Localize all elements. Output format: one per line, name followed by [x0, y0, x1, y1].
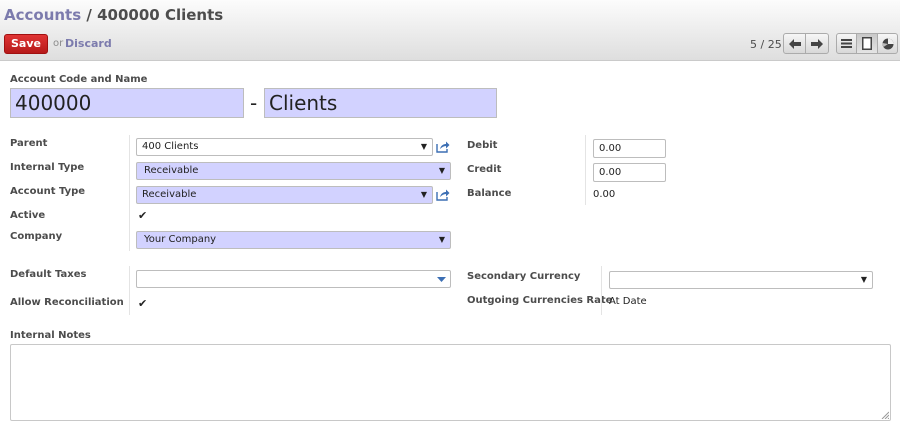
breadcrumb-separator: /: [86, 6, 92, 24]
parent-select-value: 400 Clients: [142, 141, 199, 152]
account-type-label: Account Type: [10, 186, 86, 197]
internal-type-select-value: Receivable: [144, 165, 199, 176]
form-view-icon: [862, 37, 872, 50]
company-label: Company: [10, 231, 63, 242]
breadcrumb-current: 400000 Clients: [97, 6, 224, 24]
account-name-input[interactable]: Clients: [264, 88, 497, 118]
graph-view-button[interactable]: [878, 33, 898, 54]
save-button[interactable]: Save: [4, 34, 48, 54]
parent-label: Parent: [10, 138, 48, 149]
parent-select[interactable]: 400 Clients ▼: [136, 138, 433, 156]
list-view-button[interactable]: [836, 33, 857, 54]
account-type-select[interactable]: Receivable ▼: [136, 186, 433, 204]
company-select-value: Your Company: [144, 234, 217, 245]
next-record-button[interactable]: [806, 33, 829, 54]
pager-counter: 5 / 25: [750, 38, 782, 51]
chevron-down-icon: ▼: [438, 235, 445, 244]
left-column-divider: [129, 135, 130, 251]
internal-type-label: Internal Type: [10, 162, 85, 173]
right-column-divider: [585, 135, 586, 205]
allow-reconciliation-label: Allow Reconciliation: [10, 297, 124, 308]
chevron-down-icon: ▼: [420, 190, 427, 199]
debit-input[interactable]: 0.00: [593, 139, 666, 158]
debit-label: Debit: [467, 140, 498, 151]
discard-link[interactable]: Discard: [65, 37, 112, 50]
chevron-down-icon: ▼: [438, 166, 445, 175]
form-view-button[interactable]: [857, 33, 878, 54]
lower-right-column-divider: [601, 266, 602, 315]
code-name-label: Account Code and Name: [10, 74, 148, 85]
resize-grip-icon[interactable]: [881, 411, 889, 419]
list-view-icon: [841, 39, 852, 48]
breadcrumb: Accounts / 400000 Clients: [4, 6, 223, 24]
chevron-down-icon: ▼: [420, 142, 427, 151]
external-link-icon[interactable]: [436, 141, 450, 153]
secondary-currency-select[interactable]: ▼: [609, 271, 873, 289]
internal-notes-label: Internal Notes: [10, 330, 91, 341]
internal-notes-textarea[interactable]: [10, 344, 891, 421]
control-panel: Accounts / 400000 Clients Save or Discar…: [0, 0, 900, 61]
active-checkbox[interactable]: ✔: [138, 209, 147, 222]
default-taxes-label: Default Taxes: [10, 269, 87, 280]
company-select[interactable]: Your Company ▼: [136, 231, 451, 249]
active-label: Active: [10, 210, 46, 221]
arrow-left-icon: [788, 38, 801, 49]
arrow-right-icon: [811, 38, 823, 49]
account-type-select-value: Receivable: [142, 189, 197, 200]
balance-value: 0.00: [593, 189, 616, 200]
outgoing-rate-value: At Date: [609, 296, 647, 307]
chevron-down-icon: ▼: [860, 275, 867, 284]
internal-type-select[interactable]: Receivable ▼: [136, 162, 451, 180]
graph-view-icon: [882, 38, 893, 49]
or-text: or: [53, 38, 64, 49]
outgoing-rate-label: Outgoing Currencies Rate: [467, 295, 613, 306]
lower-left-column-divider: [129, 266, 130, 315]
allow-reconciliation-checkbox[interactable]: ✔: [138, 297, 147, 310]
previous-record-button[interactable]: [783, 33, 806, 54]
pager-buttons: [783, 33, 829, 54]
credit-label: Credit: [467, 164, 502, 175]
account-code-input[interactable]: 400000: [10, 88, 244, 118]
breadcrumb-accounts-link[interactable]: Accounts: [4, 6, 81, 24]
chevron-down-icon: [437, 277, 446, 282]
default-taxes-select[interactable]: [136, 270, 451, 288]
balance-label: Balance: [467, 188, 512, 199]
secondary-currency-label: Secondary Currency: [467, 271, 581, 282]
view-switcher: [836, 33, 898, 54]
code-name-dash: -: [250, 91, 258, 115]
credit-input[interactable]: 0.00: [593, 163, 666, 182]
external-link-icon[interactable]: [436, 189, 450, 201]
